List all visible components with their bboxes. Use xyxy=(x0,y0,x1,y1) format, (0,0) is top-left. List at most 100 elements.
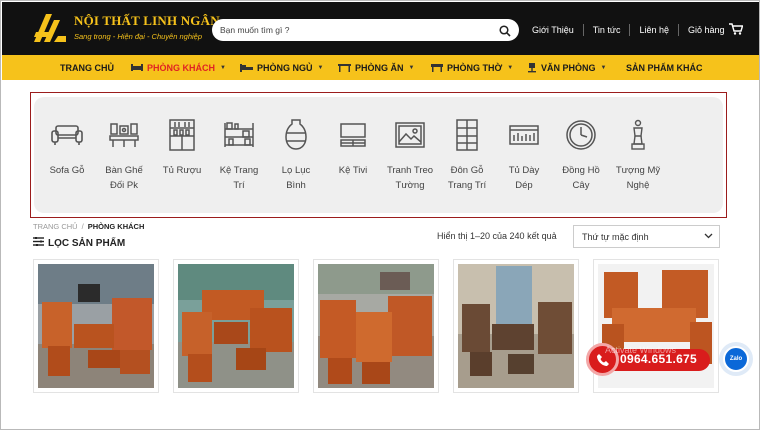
result-count: Hiển thị 1–20 của 240 kết quả xyxy=(437,231,557,241)
category-wood-stand[interactable]: Đôn Gỗ Trang Trí xyxy=(437,97,497,213)
menu-bedroom[interactable]: PHÒNG NGỦ ▼ xyxy=(240,55,323,80)
logo[interactable]: NỘI THẤT LINH NGÂN Sang trọng - Hiện đại… xyxy=(32,10,220,44)
menu-other-label: SẢN PHẨM KHÁC xyxy=(626,62,703,73)
product-card[interactable] xyxy=(453,259,579,393)
chevron-down-icon: ▼ xyxy=(408,64,415,71)
nav-about-link[interactable]: Giới Thiệu xyxy=(532,25,574,35)
category-label-line2: Tường xyxy=(395,180,425,191)
category-wine-cabinet[interactable]: Tủ Rượu xyxy=(152,97,212,213)
menu-worship[interactable]: PHÒNG THỜ ▼ xyxy=(431,55,513,80)
statue-icon xyxy=(622,119,654,151)
menu-other-products[interactable]: SẢN PHẨM KHÁC xyxy=(626,55,703,80)
category-label: Đôn Gỗ xyxy=(450,165,484,176)
shoe-cabinet-icon xyxy=(508,119,540,151)
sofa-icon xyxy=(51,119,83,151)
cart-icon xyxy=(728,23,743,37)
category-label: Tranh Treo xyxy=(386,165,434,176)
brand-name: NỘI THẤT LINH NGÂN xyxy=(74,13,220,28)
category-grandfather-clock[interactable]: Đồng Hồ Cây xyxy=(551,97,611,213)
category-label-line2: Dép xyxy=(515,180,533,191)
category-label-line2: Đối Pk xyxy=(110,180,138,191)
top-nav: Giới Thiệu Tin tức Liên hệ Giỏ hàng xyxy=(532,23,743,37)
product-image xyxy=(458,264,574,388)
category-label-line2: Nghệ xyxy=(626,180,650,191)
menu-dining[interactable]: PHÒNG ĂN ▼ xyxy=(338,55,414,80)
product-image xyxy=(38,264,154,388)
category-label: Tủ Rượu xyxy=(162,165,202,176)
altar-menu-icon xyxy=(431,63,443,72)
search-icon[interactable] xyxy=(499,24,511,37)
sofa-menu-icon xyxy=(131,63,143,72)
menu-home-label: TRANG CHỦ xyxy=(60,62,114,73)
brand-slogan: Sang trọng - Hiện đại - Chuyên nghiệp xyxy=(74,32,202,41)
product-image xyxy=(178,264,294,388)
category-shoe-cabinet[interactable]: Tủ Dày Dép xyxy=(494,97,554,213)
sort-selected-value: Thứ tự mặc định xyxy=(582,231,649,242)
breadcrumb-home[interactable]: TRANG CHỦ xyxy=(33,222,78,231)
nav-divider xyxy=(629,24,631,36)
zalo-icon: Zalo xyxy=(723,346,749,372)
category-label: Kệ Trang xyxy=(219,165,259,176)
category-strip: Sofa Gỗ Bàn Ghế Đối Pk Tủ Rượu Kệ Trang Tr… xyxy=(30,92,727,218)
search-input[interactable] xyxy=(220,25,490,35)
menu-living-label: PHÒNG KHÁCH xyxy=(147,62,216,73)
product-image xyxy=(318,264,434,388)
header: NỘI THẤT LINH NGÂN Sang trọng - Hiện đại… xyxy=(2,2,759,55)
category-label: Bàn Ghế xyxy=(105,165,143,176)
filter-icon xyxy=(33,237,44,249)
tv-stand-icon xyxy=(337,119,369,151)
nav-divider xyxy=(678,24,679,36)
filter-toggle[interactable]: LỌC SẢN PHẨM xyxy=(33,237,125,249)
menu-dining-label: PHÒNG ĂN xyxy=(355,62,404,73)
sort-select[interactable]: Thứ tự mặc định xyxy=(573,225,720,248)
nav-divider xyxy=(582,24,584,36)
wine-cabinet-icon xyxy=(166,119,198,151)
category-label-line2: Trí xyxy=(233,180,245,191)
activate-windows-watermark: Activate Windows xyxy=(605,345,677,355)
category-label-line2: Trang Trí xyxy=(447,180,487,191)
nav-news-link[interactable]: Tin tức xyxy=(593,25,621,35)
category-sofa[interactable]: Sofa Gỗ xyxy=(37,97,97,213)
category-statue[interactable]: Tượng Mỹ Nghệ xyxy=(608,97,668,213)
category-label: Lọ Lục xyxy=(281,165,311,176)
category-panel: Sofa Gỗ Bàn Ghế Đối Pk Tủ Rượu Kệ Trang Tr… xyxy=(34,97,723,213)
menu-living-room[interactable]: PHÒNG KHÁCH ▼ xyxy=(131,55,226,80)
table-chairs-icon xyxy=(108,119,140,151)
cart-label: Giỏ hàng xyxy=(688,25,725,35)
category-label: Sofa Gỗ xyxy=(49,165,85,176)
menu-worship-label: PHÒNG THỜ xyxy=(447,62,503,73)
logo-mark-icon xyxy=(32,10,68,44)
wood-stand-icon xyxy=(451,119,483,151)
category-vase[interactable]: Lọ Lục Bình xyxy=(266,97,326,213)
category-label: Đồng Hồ xyxy=(562,165,600,176)
breadcrumb-current: PHÒNG KHÁCH xyxy=(87,222,145,231)
product-card[interactable] xyxy=(33,259,159,393)
category-table-chairs[interactable]: Bàn Ghế Đối Pk xyxy=(94,97,154,213)
page-frame: NỘI THẤT LINH NGÂN Sang trọng - Hiện đại… xyxy=(0,0,760,430)
picture-icon xyxy=(394,119,426,151)
nav-contact-link[interactable]: Liên hệ xyxy=(639,25,669,35)
category-decor-shelf[interactable]: Kệ Trang Trí xyxy=(209,97,269,213)
main-menu: TRANG CHỦ PHÒNG KHÁCH ▼ PHÒNG NGỦ ▼ PHÒN… xyxy=(2,55,759,80)
search-bar xyxy=(212,19,519,41)
category-wall-painting[interactable]: Tranh Treo Tường xyxy=(380,97,440,213)
menu-bedroom-label: PHÒNG NGỦ xyxy=(257,62,313,73)
dining-menu-icon xyxy=(338,63,351,72)
category-tv-stand[interactable]: Kệ Tivi xyxy=(323,97,383,213)
cart-link[interactable]: Giỏ hàng xyxy=(688,23,743,37)
category-label: Tủ Dày xyxy=(508,165,540,176)
breadcrumb-separator: / xyxy=(81,222,84,231)
clock-icon xyxy=(565,119,597,151)
zalo-chat-button[interactable]: Zalo xyxy=(719,342,753,376)
menu-office[interactable]: VĂN PHÒNG ▼ xyxy=(527,55,606,80)
product-card[interactable] xyxy=(313,259,439,393)
product-card[interactable] xyxy=(173,259,299,393)
chevron-down-icon xyxy=(704,231,713,242)
menu-office-label: VĂN PHÒNG xyxy=(541,62,596,73)
vase-icon xyxy=(280,119,312,151)
filter-label: LỌC SẢN PHẨM xyxy=(48,237,126,249)
chevron-down-icon: ▼ xyxy=(507,64,514,71)
menu-home[interactable]: TRANG CHỦ xyxy=(60,55,114,80)
shelf-icon xyxy=(223,119,255,151)
category-label-line2: Cây xyxy=(572,180,590,191)
